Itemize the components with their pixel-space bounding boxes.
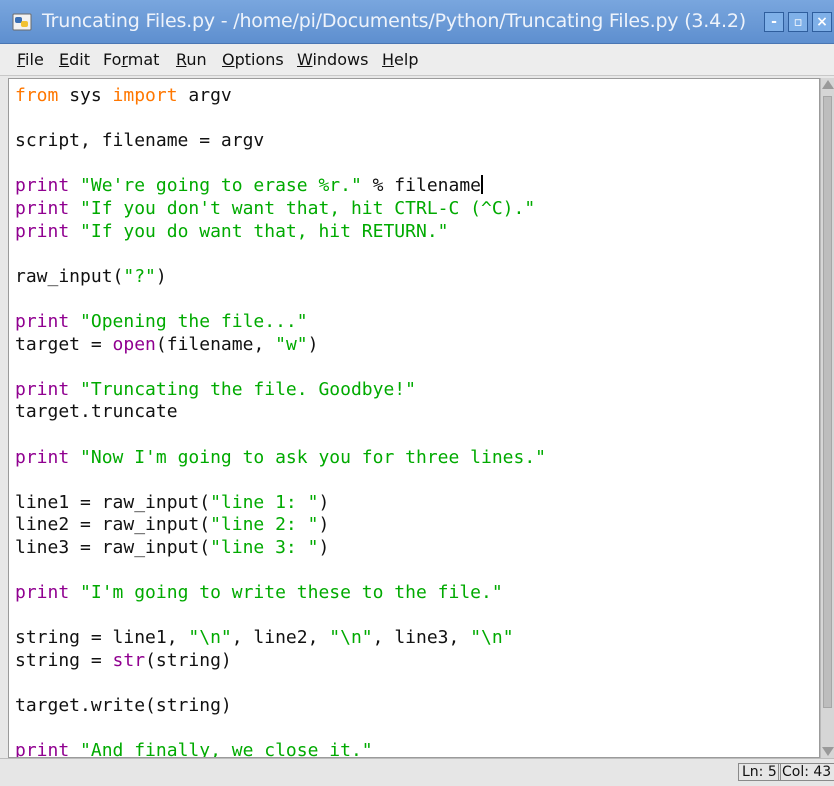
code-line-17: print "Now I'm going to ask you for thre… <box>15 446 547 468</box>
code-line-9: raw_input("?") <box>15 265 167 287</box>
minimize-icon: - <box>771 14 777 30</box>
code-line-7: print "If you do want that, hit RETURN." <box>15 220 449 242</box>
code-editor[interactable]: from sys import argv script, filename = … <box>8 78 820 758</box>
code-line-3: script, filename = argv <box>15 130 265 152</box>
code-line-19: line1 = raw_input("line 1: ") <box>15 491 330 513</box>
code-line-21: line3 = raw_input("line 3: ") <box>15 536 330 558</box>
menu-options[interactable]: Options <box>222 50 284 69</box>
code-line-28: target.write(string) <box>15 695 232 717</box>
menu-run[interactable]: Run <box>176 50 207 69</box>
python-icon <box>12 13 32 31</box>
close-button[interactable]: × <box>812 12 832 32</box>
maximize-icon: ▫ <box>793 14 803 30</box>
code-line-30: print "And finally, we close it." <box>15 740 373 758</box>
menu-bar: File Edit Format Run Options Windows Hel… <box>0 44 834 76</box>
text-cursor <box>481 175 484 195</box>
code-line-12: target = open(filename, "w") <box>15 333 319 355</box>
menu-format[interactable]: Format <box>103 50 159 69</box>
code-line-26: string = str(string) <box>15 649 232 671</box>
title-bar[interactable]: Truncating Files.py - /home/pi/Documents… <box>0 0 834 44</box>
code-line-14: print "Truncating the file. Goodbye!" <box>15 378 416 400</box>
code-line-23: print "I'm going to write these to the f… <box>15 582 503 604</box>
menu-help[interactable]: Help <box>382 50 418 69</box>
code-line-20: line2 = raw_input("line 2: ") <box>15 514 330 536</box>
scroll-thumb[interactable] <box>823 96 832 708</box>
code-line-5: print "We're going to erase %r." % filen… <box>15 175 484 197</box>
minimize-button[interactable]: - <box>764 12 784 32</box>
status-bar: Ln: 5 Col: 43 <box>0 758 834 786</box>
code-line-1: from sys import argv <box>15 85 232 106</box>
scroll-down-icon[interactable] <box>822 747 834 756</box>
code-line-6: print "If you don't want that, hit CTRL-… <box>15 197 536 219</box>
code-line-11: print "Opening the file..." <box>15 310 308 332</box>
window-title: Truncating Files.py - /home/pi/Documents… <box>42 10 746 32</box>
vertical-scrollbar[interactable] <box>820 78 834 758</box>
code-text[interactable]: from sys import argv script, filename = … <box>15 85 547 758</box>
menu-windows[interactable]: Windows <box>297 50 368 69</box>
code-line-25: string = line1, "\n", line2, "\n", line3… <box>15 627 514 649</box>
column-number-status: Col: 43 <box>778 763 834 781</box>
menu-file[interactable]: File <box>17 50 44 69</box>
scroll-up-icon[interactable] <box>822 80 834 89</box>
menu-edit[interactable]: Edit <box>59 50 90 69</box>
code-line-15: target.truncate <box>15 401 178 423</box>
maximize-button[interactable]: ▫ <box>788 12 808 32</box>
line-number-status: Ln: 5 <box>738 763 781 781</box>
close-icon: × <box>816 14 828 30</box>
